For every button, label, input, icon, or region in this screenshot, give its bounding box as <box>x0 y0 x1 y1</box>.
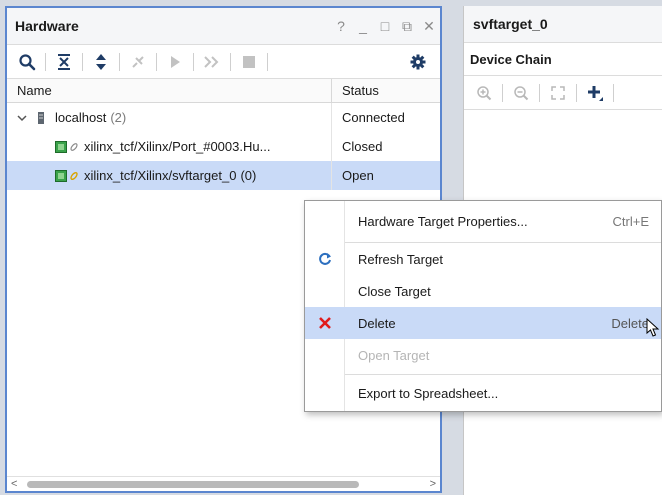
toolbar-separator <box>119 52 120 71</box>
zoom-out-icon <box>514 85 529 100</box>
menu-item-label: Hardware Target Properties... <box>358 213 528 229</box>
menu-item-label: Export to Spreadsheet... <box>358 385 499 401</box>
menu-item-export-to-spreadsheet[interactable]: Export to Spreadsheet... <box>305 377 661 409</box>
tree-row-port-target[interactable]: xilinx_tcf/Xilinx/Port_#0003.Hu... Close… <box>7 132 440 161</box>
menu-item-open-target: Open Target <box>305 339 661 371</box>
expand-all-button[interactable] <box>87 50 115 74</box>
link-open-icon <box>69 171 79 181</box>
settings-button[interactable] <box>404 50 432 74</box>
context-menu: Hardware Target Properties... Ctrl+E Ref… <box>304 200 662 412</box>
device-chain-label: Device Chain <box>464 43 662 76</box>
toolbar-separator <box>230 52 231 71</box>
tree-row-svftarget[interactable]: xilinx_tcf/Xilinx/svftarget_0 (0) Open <box>7 161 440 190</box>
stop-button[interactable] <box>235 50 263 74</box>
target-panel-title[interactable]: svftarget_0 <box>464 6 662 43</box>
menu-item-label: Close Target <box>358 283 431 299</box>
row-count: (0) <box>240 168 257 183</box>
chevron-down-icon[interactable] <box>11 114 33 122</box>
chip-icon <box>55 169 67 182</box>
menu-item-delete[interactable]: Delete Delete <box>305 307 661 339</box>
column-header-name[interactable]: Name <box>7 79 332 102</box>
toolbar-separator <box>82 52 83 71</box>
toolbar-separator <box>576 83 577 102</box>
toolbar-separator <box>193 52 194 71</box>
search-button[interactable] <box>13 50 41 74</box>
zoom-in-button[interactable] <box>470 81 498 105</box>
maximize-button[interactable]: □ <box>374 18 396 34</box>
chip-icon <box>55 140 67 153</box>
zoom-out-button[interactable] <box>507 81 535 105</box>
auto-connect-button[interactable] <box>124 50 152 74</box>
scroll-right-icon[interactable]: > <box>430 477 436 492</box>
forward-icon <box>204 55 219 68</box>
search-icon <box>19 53 36 70</box>
hardware-title-bar: Hardware ? _ □ ⧉ ✕ <box>7 8 440 45</box>
menu-item-label: Refresh Target <box>358 251 444 267</box>
help-button[interactable]: ? <box>330 18 352 34</box>
refresh-icon <box>319 252 331 265</box>
row-status: Closed <box>342 139 383 154</box>
tree-header: Name Status <box>7 79 440 103</box>
link-closed-icon <box>69 142 79 152</box>
run-icon <box>171 55 180 68</box>
row-status: Open <box>342 168 374 183</box>
collapse-all-button[interactable] <box>50 50 78 74</box>
menu-item-hardware-target-properties[interactable]: Hardware Target Properties... Ctrl+E <box>305 205 661 237</box>
auto-connect-icon <box>132 55 144 68</box>
toolbar-separator <box>45 52 46 71</box>
target-toolbar <box>464 76 662 110</box>
scroll-left-icon[interactable]: < <box>11 477 17 492</box>
toolbar-separator <box>156 52 157 71</box>
stop-icon <box>243 55 255 68</box>
add-icon <box>588 85 603 101</box>
horizontal-scrollbar[interactable]: < > <box>7 476 440 491</box>
forward-button[interactable] <box>198 50 226 74</box>
mouse-cursor-icon <box>646 318 660 337</box>
expand-all-icon <box>96 53 106 70</box>
settings-gear-icon <box>410 54 426 69</box>
row-name: xilinx_tcf/Xilinx/svftarget_0 <box>84 168 237 183</box>
menu-item-refresh-target[interactable]: Refresh Target <box>305 243 661 275</box>
delete-x-icon <box>319 317 331 329</box>
hardware-title: Hardware <box>15 18 79 34</box>
menu-separator <box>345 374 661 375</box>
column-header-status[interactable]: Status <box>332 79 440 102</box>
scrollbar-thumb[interactable] <box>27 481 359 488</box>
zoom-in-icon <box>477 85 492 100</box>
minimize-button[interactable]: _ <box>352 18 374 34</box>
add-button[interactable] <box>581 81 609 105</box>
fit-icon <box>551 85 565 100</box>
server-icon <box>33 111 49 125</box>
toolbar-separator <box>539 83 540 102</box>
collapse-all-icon <box>58 53 70 70</box>
fit-button[interactable] <box>544 81 572 105</box>
tree-row-localhost[interactable]: localhost (2) Connected <box>7 103 440 132</box>
menu-item-label: Open Target <box>358 347 430 363</box>
row-name: xilinx_tcf/Xilinx/Port_#0003.Hu... <box>84 139 271 154</box>
toolbar-separator <box>613 83 614 102</box>
float-button[interactable]: ⧉ <box>396 18 418 35</box>
row-status: Connected <box>342 110 405 125</box>
toolbar-separator <box>267 52 268 71</box>
menu-item-label: Delete <box>358 315 396 331</box>
hardware-toolbar <box>7 45 440 79</box>
menu-item-shortcut: Ctrl+E <box>612 213 649 229</box>
menu-item-close-target[interactable]: Close Target <box>305 275 661 307</box>
close-button[interactable]: ✕ <box>418 18 440 35</box>
toolbar-separator <box>502 83 503 102</box>
row-count: (2) <box>110 110 127 125</box>
run-button[interactable] <box>161 50 189 74</box>
row-name: localhost <box>55 110 107 125</box>
